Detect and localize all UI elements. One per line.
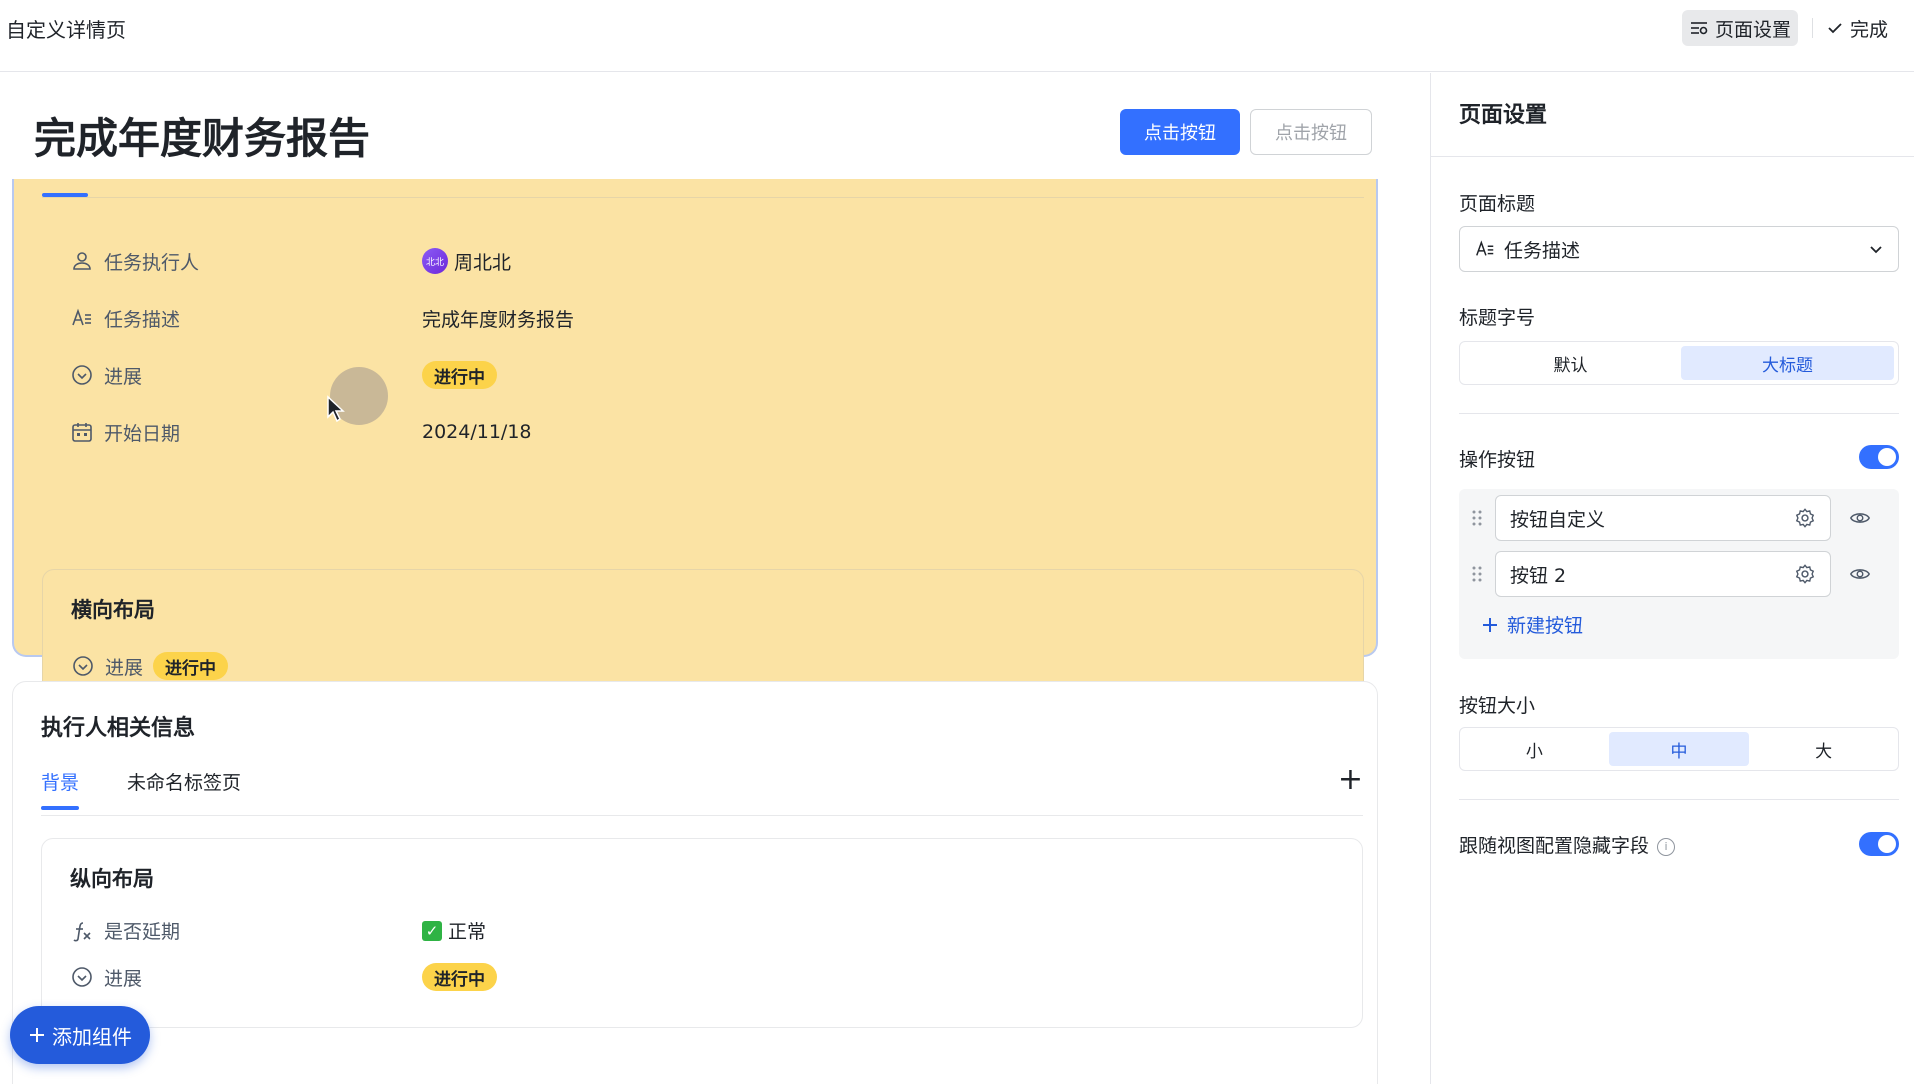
done-button[interactable]: 完成	[1826, 10, 1888, 46]
title-size-default[interactable]: 默认	[1464, 346, 1677, 380]
checkmark-icon: ✓	[422, 920, 442, 941]
button-size-large[interactable]: 大	[1753, 732, 1894, 766]
button-size-medium[interactable]: 中	[1608, 732, 1750, 766]
calendar-icon	[72, 423, 92, 442]
field-value: 完成年度财务报告	[422, 308, 575, 331]
tab-background[interactable]: 背景	[41, 768, 80, 810]
field-label: 进展	[104, 365, 143, 388]
check-icon	[1828, 23, 1842, 34]
layout-title: 横向布局	[71, 598, 155, 622]
field-label: 开始日期	[104, 422, 181, 445]
field-label: 是否延期	[104, 921, 181, 943]
field-row-progress[interactable]: 进展 进行中	[70, 359, 497, 391]
page-settings-button[interactable]: 页面设置	[1682, 10, 1798, 46]
settings-sliders-icon	[1690, 22, 1708, 35]
action-buttons-toggle[interactable]	[1859, 445, 1899, 469]
main-canvas: 完成年度财务报告 点击按钮 点击按钮 任务执行人 北北 周北北 任务描述 完成年…	[0, 73, 1429, 1084]
tab-bar: 背景 未命名标签页 +	[41, 762, 1363, 816]
page-title-label: 页面标题	[1459, 193, 1536, 215]
field-value: 2024/11/18	[422, 421, 532, 443]
new-button-label: 新建按钮	[1507, 615, 1584, 637]
section-title: 执行人相关信息	[41, 716, 196, 741]
gear-icon[interactable]	[1794, 507, 1816, 529]
topbar-divider	[1812, 18, 1813, 38]
field-row-assignee[interactable]: 任务执行人 北北 周北北	[70, 245, 511, 277]
progress-icon	[72, 967, 92, 987]
page-settings-label: 页面设置	[1714, 18, 1791, 41]
progress-icon	[73, 656, 93, 676]
active-tab-indicator	[42, 193, 88, 197]
avatar: 北北	[422, 248, 448, 274]
tab-divider	[42, 197, 1364, 198]
divider	[1459, 413, 1899, 414]
new-button[interactable]: 新建按钮	[1481, 611, 1583, 638]
title-size-large[interactable]: 大标题	[1681, 346, 1894, 380]
executor-info-card[interactable]: 执行人相关信息 背景 未命名标签页 + 纵向布局 是否延期 ✓ 正常 进展 进行…	[12, 681, 1378, 1084]
button-size-label: 按钮大小	[1459, 695, 1536, 717]
text-icon	[1476, 240, 1494, 256]
panel-header: 页面设置	[1431, 73, 1914, 157]
field-label: 进展	[104, 967, 143, 990]
formula-icon	[73, 921, 91, 941]
status-badge: 进行中	[422, 361, 497, 389]
button-name-input[interactable]: 按钮自定义	[1495, 495, 1831, 541]
drag-handle-icon[interactable]	[1459, 508, 1495, 528]
settings-panel: 页面设置 页面标题 任务描述 标题字号 默认 大标题 操作按钮 按钮自定义 按钮…	[1430, 73, 1914, 1084]
panel-title: 页面设置	[1459, 103, 1548, 128]
top-bar: 自定义详情页 页面设置 完成	[0, 0, 1914, 72]
select-value: 任务描述	[1504, 239, 1581, 262]
button-size-segmented: 小 中 大	[1459, 727, 1899, 771]
eye-icon[interactable]	[1849, 507, 1871, 529]
eye-icon[interactable]	[1849, 563, 1871, 585]
hide-fields-toggle[interactable]	[1859, 832, 1899, 856]
button-name: 按钮 2	[1510, 564, 1567, 587]
add-component-button[interactable]: 添加组件	[10, 1006, 150, 1064]
field-row-description[interactable]: 任务描述 完成年度财务报告	[70, 302, 574, 334]
app-title: 自定义详情页	[6, 18, 126, 42]
plus-icon	[30, 1028, 44, 1042]
cursor-pointer-icon	[327, 395, 345, 423]
button-size-small[interactable]: 小	[1464, 732, 1605, 766]
field-value: 正常	[448, 921, 487, 943]
secondary-action-button[interactable]: 点击按钮	[1250, 109, 1372, 155]
plus-icon	[1483, 617, 1497, 632]
field-row-start-date[interactable]: 开始日期 2024/11/18	[70, 416, 532, 448]
tab-unnamed[interactable]: 未命名标签页	[127, 768, 241, 795]
drag-handle-icon[interactable]	[1459, 564, 1495, 584]
text-icon	[72, 308, 91, 326]
horizontal-field-row: 进展 进行中	[71, 652, 229, 680]
chevron-down-icon	[1870, 246, 1882, 254]
info-icon[interactable]: i	[1657, 837, 1676, 856]
primary-action-button[interactable]: 点击按钮	[1120, 109, 1240, 155]
action-buttons-label: 操作按钮	[1459, 449, 1536, 471]
layout-title: 纵向布局	[70, 867, 154, 891]
button-name: 按钮自定义	[1510, 508, 1606, 531]
field-row-delay[interactable]: 是否延期 ✓ 正常	[70, 917, 486, 944]
status-badge: 进行中	[153, 652, 229, 680]
button-config-row: 按钮自定义	[1459, 495, 1899, 541]
button-config-row: 按钮 2	[1459, 551, 1899, 597]
done-label: 完成	[1850, 18, 1889, 41]
page-title-select[interactable]: 任务描述	[1459, 226, 1899, 272]
field-row-progress[interactable]: 进展 进行中	[70, 963, 497, 991]
details-card-selected[interactable]: 任务执行人 北北 周北北 任务描述 完成年度财务报告 进展 进行中 开始日期 2…	[12, 179, 1378, 707]
hide-fields-label: 跟随视图配置隐藏字段 i	[1459, 831, 1676, 858]
add-tab-button[interactable]: +	[1338, 762, 1363, 797]
person-icon	[73, 252, 91, 270]
hide-fields-text: 跟随视图配置隐藏字段	[1459, 835, 1650, 857]
field-label: 任务执行人	[104, 251, 200, 274]
progress-icon	[72, 365, 92, 385]
field-label: 进展	[105, 656, 144, 679]
gear-icon[interactable]	[1794, 563, 1816, 585]
divider	[1459, 799, 1899, 800]
add-component-label: 添加组件	[52, 1024, 132, 1049]
vertical-layout-card[interactable]: 纵向布局 是否延期 ✓ 正常 进展 进行中	[41, 838, 1363, 1028]
button-name-input[interactable]: 按钮 2	[1495, 551, 1831, 597]
field-label: 任务描述	[104, 308, 181, 331]
title-size-segmented: 默认 大标题	[1459, 341, 1899, 385]
field-value: 周北北	[454, 251, 512, 274]
page-title: 完成年度财务报告	[34, 114, 371, 163]
status-badge: 进行中	[422, 963, 497, 991]
title-size-label: 标题字号	[1459, 307, 1536, 329]
